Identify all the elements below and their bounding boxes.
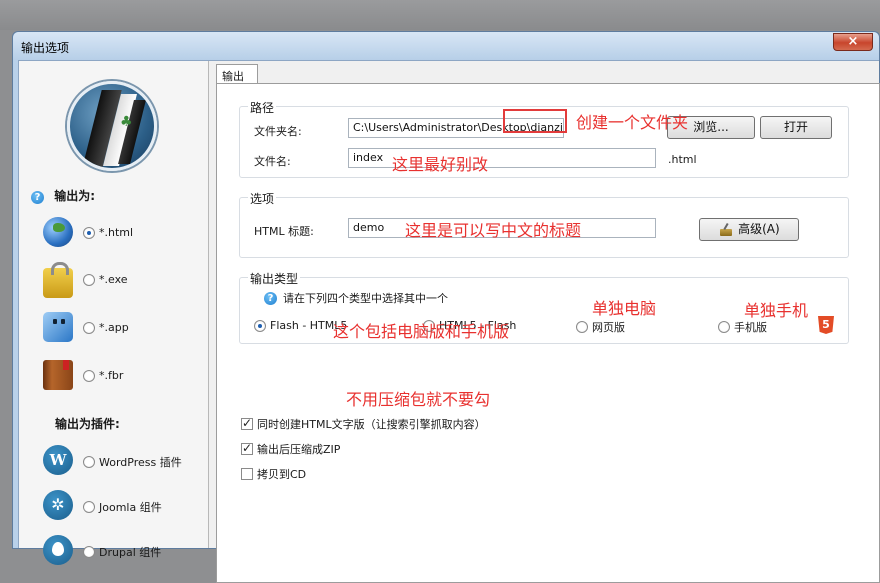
advanced-button[interactable]: 高级(A) xyxy=(699,218,799,241)
path-legend: 路径 xyxy=(248,99,277,116)
plugin-radio-wordpress[interactable] xyxy=(83,456,95,468)
checkbox-copy-cd[interactable] xyxy=(241,468,253,480)
output-as-heading: ? 输出为: xyxy=(31,187,95,204)
mac-finder-icon xyxy=(43,312,73,342)
format-option-app[interactable]: *.app xyxy=(43,312,203,346)
format-option-fbr[interactable]: *.fbr xyxy=(43,360,203,394)
plugin-option-wordpress[interactable]: WordPress 插件 xyxy=(43,445,203,479)
plugin-option-joomla[interactable]: Joomla 组件 xyxy=(43,490,203,524)
plugin-radio-drupal[interactable] xyxy=(83,546,95,558)
output-type-radio-web[interactable] xyxy=(576,321,588,333)
format-option-html[interactable]: *.html xyxy=(43,217,203,251)
output-plugin-heading: 输出为插件: xyxy=(55,417,120,431)
format-radio-html[interactable] xyxy=(83,226,95,239)
html5-icon: 5 xyxy=(818,316,834,334)
globe-icon xyxy=(43,217,73,247)
format-radio-exe[interactable] xyxy=(83,273,95,286)
plugin-label-joomla: Joomla 组件 xyxy=(99,501,162,514)
annotation-mobile-only: 单独手机 xyxy=(744,301,809,320)
filename-label: 文件名: xyxy=(254,155,291,168)
app-logo: ♣ xyxy=(67,81,157,171)
book-icon xyxy=(43,360,73,390)
extension-label: .html xyxy=(668,153,697,166)
annotation-create-folder: 创建一个文件夹 xyxy=(576,113,689,132)
format-label-fbr: *.fbr xyxy=(99,369,124,382)
format-option-exe[interactable]: *.exe xyxy=(43,262,203,298)
format-radio-fbr[interactable] xyxy=(83,369,95,382)
output-type-hint: ? 请在下列四个类型中选择其中一个 xyxy=(264,290,448,306)
close-button[interactable]: × xyxy=(833,33,873,51)
check-copy-cd[interactable]: 拷贝到CD xyxy=(241,466,306,482)
output-options-dialog: 输出选项 × ♣ ? 输出为: *.html *.exe *.app *.fbr… xyxy=(12,31,880,583)
sidebar: ♣ ? 输出为: *.html *.exe *.app *.fbr 输出为插件:… xyxy=(19,61,209,565)
output-type-radio-flash-html5[interactable] xyxy=(254,319,266,332)
broom-icon xyxy=(718,223,734,237)
help-icon: ? xyxy=(31,191,44,204)
output-type-radio-mobile[interactable] xyxy=(718,321,730,333)
tab-output[interactable]: 输出 xyxy=(216,64,258,84)
annotation-pc-and-mobile: 这个包括电脑版和手机版 xyxy=(333,322,510,341)
options-legend: 选项 xyxy=(248,190,277,207)
wordpress-icon xyxy=(43,445,73,475)
check-zip[interactable]: 输出后压缩成ZIP xyxy=(241,441,340,457)
plugin-label-drupal: Drupal 组件 xyxy=(99,546,162,559)
annotation-highlight-box xyxy=(503,109,567,133)
format-label-exe: *.exe xyxy=(99,273,128,286)
folder-label: 文件夹名: xyxy=(254,125,302,138)
annotation-pc-only: 单独电脑 xyxy=(592,299,657,318)
drupal-icon xyxy=(43,535,73,565)
help-icon: ? xyxy=(264,291,277,305)
format-radio-app[interactable] xyxy=(83,321,95,334)
checkbox-zip[interactable] xyxy=(241,441,253,455)
output-panel: 路径 文件夹名: C:\Users\Administrator\Desktop\… xyxy=(216,83,880,583)
format-label-html: *.html xyxy=(99,226,134,239)
plugin-label-wordpress: WordPress 插件 xyxy=(99,456,182,469)
html-title-label: HTML 标题: xyxy=(254,225,314,238)
lock-icon xyxy=(43,262,73,298)
plugin-radio-joomla[interactable] xyxy=(83,501,95,513)
output-type-legend: 输出类型 xyxy=(248,270,301,287)
output-type-mobile[interactable]: 手机版 xyxy=(718,319,767,335)
format-label-app: *.app xyxy=(99,321,129,334)
checkbox-create-html-text[interactable] xyxy=(241,416,253,430)
title-bar: 输出选项 × xyxy=(13,32,879,60)
annotation-dont-change: 这里最好别改 xyxy=(392,155,489,174)
output-type-web[interactable]: 网页版 xyxy=(576,319,625,335)
tree-icon: ♣ xyxy=(120,114,133,130)
desktop-background xyxy=(0,0,880,30)
annotation-chinese-title: 这里是可以写中文的标题 xyxy=(405,221,582,240)
plugin-option-drupal[interactable]: Drupal 组件 xyxy=(43,535,203,569)
joomla-icon xyxy=(43,490,73,520)
check-create-html-text[interactable]: 同时创建HTML文字版（让搜索引擎抓取内容） xyxy=(241,416,486,432)
window-title: 输出选项 xyxy=(21,41,70,55)
annotation-no-zip: 不用压缩包就不要勾 xyxy=(346,390,491,409)
open-button[interactable]: 打开 xyxy=(760,116,832,139)
